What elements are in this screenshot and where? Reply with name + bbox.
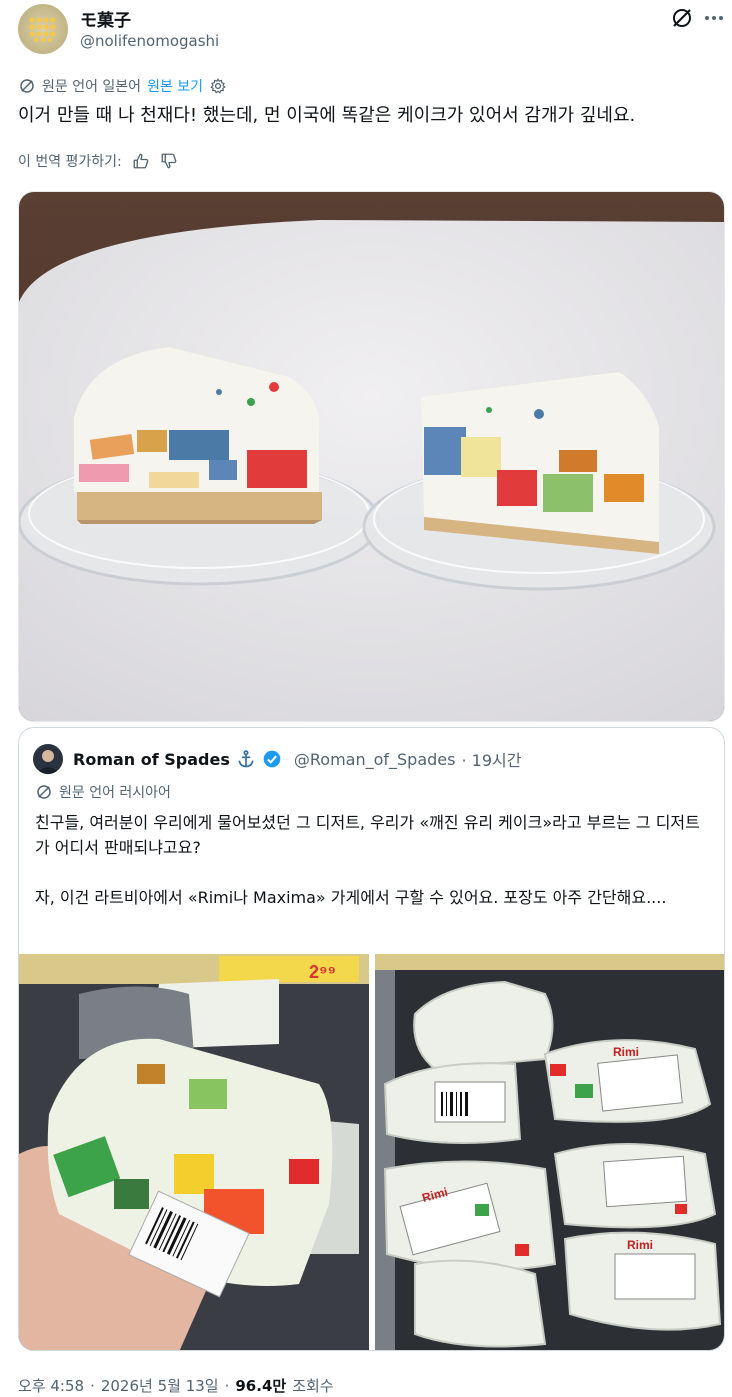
translate-icon bbox=[20, 79, 34, 93]
quote-photo-shelf[interactable]: Rimi Rimi Rimi bbox=[375, 954, 725, 1351]
author-handle[interactable]: @nolifenomogashi bbox=[80, 32, 219, 50]
view-count: 96.4만 bbox=[235, 1377, 287, 1395]
rimi-label-3: Rimi bbox=[627, 1238, 653, 1252]
post-date[interactable]: 2026년 5월 13일 bbox=[101, 1375, 219, 1396]
avatar-pattern-icon bbox=[29, 17, 56, 42]
quote-time: · 19시간 bbox=[461, 751, 522, 770]
author-name[interactable]: モ菓子 bbox=[80, 6, 131, 31]
quote-header: Roman of Spades @Roman_of_Spades · 19시간 bbox=[33, 744, 521, 774]
quote-author-handle[interactable]: @Roman_of_Spades bbox=[294, 750, 456, 769]
quote-media: 2⁹⁹ Rimi Rimi Rimi bbox=[19, 954, 725, 1351]
quote-translation-source: 원문 언어 러시아어 bbox=[59, 785, 171, 801]
cake-photo[interactable] bbox=[18, 191, 725, 722]
quote-paragraph-2: 자, 이건 라트비아에서 «Rimi나 Maxima» 가게에서 구할 수 있어… bbox=[35, 888, 667, 907]
rate-label: 이 번역 평가하기: bbox=[18, 154, 122, 170]
quote-author-name[interactable]: Roman of Spades bbox=[73, 750, 230, 769]
tweet-header: モ菓子 @nolifenomogashi bbox=[18, 4, 724, 56]
verified-badge-icon bbox=[263, 750, 281, 768]
avatar-person-icon bbox=[37, 750, 59, 774]
translation-row: 원문 언어 일본어 원본 보기 bbox=[18, 76, 227, 96]
quote-photo-hand[interactable]: 2⁹⁹ bbox=[19, 954, 369, 1351]
grok-icon[interactable] bbox=[670, 6, 694, 30]
thumbs-down-icon[interactable] bbox=[160, 152, 178, 170]
view-original-link[interactable]: 원본 보기 bbox=[147, 76, 203, 96]
rate-translation-row: 이 번역 평가하기: bbox=[18, 150, 178, 172]
quoted-tweet[interactable]: Roman of Spades @Roman_of_Spades · 19시간 … bbox=[18, 727, 725, 1351]
quote-paragraph-1: 친구들, 여러분이 우리에게 물어보셨던 그 디저트, 우리가 «깨진 유리 케… bbox=[35, 813, 700, 857]
tweet-text: 이거 만들 때 나 천재다! 했는데, 먼 이국에 똑같은 케이크가 있어서 감… bbox=[18, 105, 636, 126]
svg-text:2⁹⁹: 2⁹⁹ bbox=[309, 962, 336, 982]
more-icon[interactable] bbox=[702, 6, 726, 30]
translate-icon bbox=[37, 785, 51, 799]
settings-icon[interactable] bbox=[209, 77, 227, 95]
anchor-icon bbox=[238, 750, 254, 768]
cake-photo-illustration bbox=[19, 192, 724, 721]
translation-source: 원문 언어 일본어 bbox=[42, 79, 142, 95]
quote-translation-row: 원문 언어 러시아어 bbox=[35, 782, 171, 802]
view-count-label: 조회수 bbox=[292, 1377, 334, 1395]
post-time[interactable]: 오후 4:58 bbox=[18, 1375, 84, 1396]
tweet-footer: 오후 4:58 · 2026년 5월 13일 · 96.4만 조회수 bbox=[18, 1375, 334, 1396]
quote-avatar[interactable] bbox=[33, 744, 63, 774]
thumbs-up-icon[interactable] bbox=[132, 152, 150, 170]
author-avatar[interactable] bbox=[18, 4, 68, 54]
rimi-label-1: Rimi bbox=[613, 1045, 639, 1059]
quote-text: 친구들, 여러분이 우리에게 물어보셨던 그 디저트, 우리가 «깨진 유리 케… bbox=[35, 810, 710, 910]
